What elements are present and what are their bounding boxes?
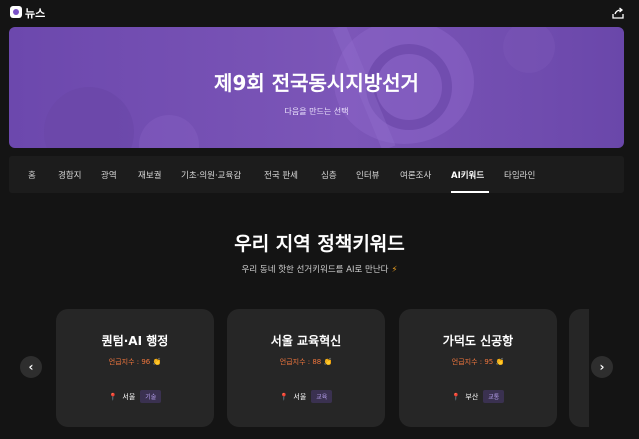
carousel-next-button[interactable]: › [591,356,613,378]
tab-byelection[interactable]: 재보궐 [138,169,161,181]
carousel-prev-button[interactable]: ‹ [20,356,42,378]
tab-interview[interactable]: 인터뷰 [356,169,379,181]
news-logo-icon[interactable] [10,6,22,18]
bolt-icon: ⚡ [391,265,398,275]
hero-banner: 제9회 전국동시지방선거 다음을 만드는 선택 [9,27,624,148]
section-title: 우리 지역 정책키워드 [234,233,405,255]
tab-home[interactable]: 홈 [28,169,36,181]
active-tab-indicator [451,191,489,193]
keyword-card-partial[interactable] [569,309,589,427]
location-pin-icon: 📍 [451,392,461,401]
card-title: 서울 교육혁신 [270,334,342,348]
tab-ai-keyword[interactable]: AI키워드 [451,169,484,181]
card-region: 서울 [293,392,307,401]
hero-subtitle: 다음을 만드는 선택 [284,107,349,116]
card-tag: 교통 [483,390,505,403]
brand-label[interactable]: 뉴스 [25,5,45,21]
card-title: 가덕도 신공항 [442,334,514,348]
card-region: 서울 [122,392,136,401]
card-tag: 기술 [140,390,162,403]
tab-in-depth[interactable]: 심층 [321,169,337,181]
tab-metro[interactable]: 광역 [101,169,117,181]
section-nav: 홈 경합지 광역 재보궐 기초·의원·교육감 전국 판세 심층 인터뷰 여론조사… [9,156,624,193]
top-bar: 뉴스 [0,0,639,26]
location-pin-icon: 📍 [108,392,118,401]
tab-battleground[interactable]: 경합지 [58,169,81,181]
card-region: 부산 [465,392,479,401]
tab-poll[interactable]: 여론조사 [400,169,431,181]
keyword-card[interactable]: 퀀텀·AI 행정 언급지수 : 96 👏 📍 서울 기술 [56,309,214,427]
tab-national[interactable]: 전국 판세 [264,169,298,181]
card-metric: 언급지수 : 95 👏 [451,358,505,366]
tab-timeline[interactable]: 타임라인 [504,169,535,181]
section-subtitle: 우리 동네 핫한 선거키워드를 AI로 만난다 ⚡ [241,265,398,275]
card-location: 📍 서울 기술 [56,390,214,403]
tab-local-council[interactable]: 기초·의원·교육감 [181,169,241,181]
hero-title: 제9회 전국동시지방선거 [214,71,419,95]
location-pin-icon: 📍 [279,392,289,401]
card-tag: 교육 [311,390,333,403]
card-title: 퀀텀·AI 행정 [101,334,169,348]
keyword-card[interactable]: 가덕도 신공항 언급지수 : 95 👏 📍 부산 교통 [399,309,557,427]
card-location: 📍 부산 교통 [399,390,557,403]
card-metric: 언급지수 : 88 👏 [279,358,333,366]
share-icon[interactable] [611,6,625,20]
keyword-card[interactable]: 서울 교육혁신 언급지수 : 88 👏 📍 서울 교육 [227,309,385,427]
card-location: 📍 서울 교육 [227,390,385,403]
card-metric: 언급지수 : 96 👏 [108,358,162,366]
